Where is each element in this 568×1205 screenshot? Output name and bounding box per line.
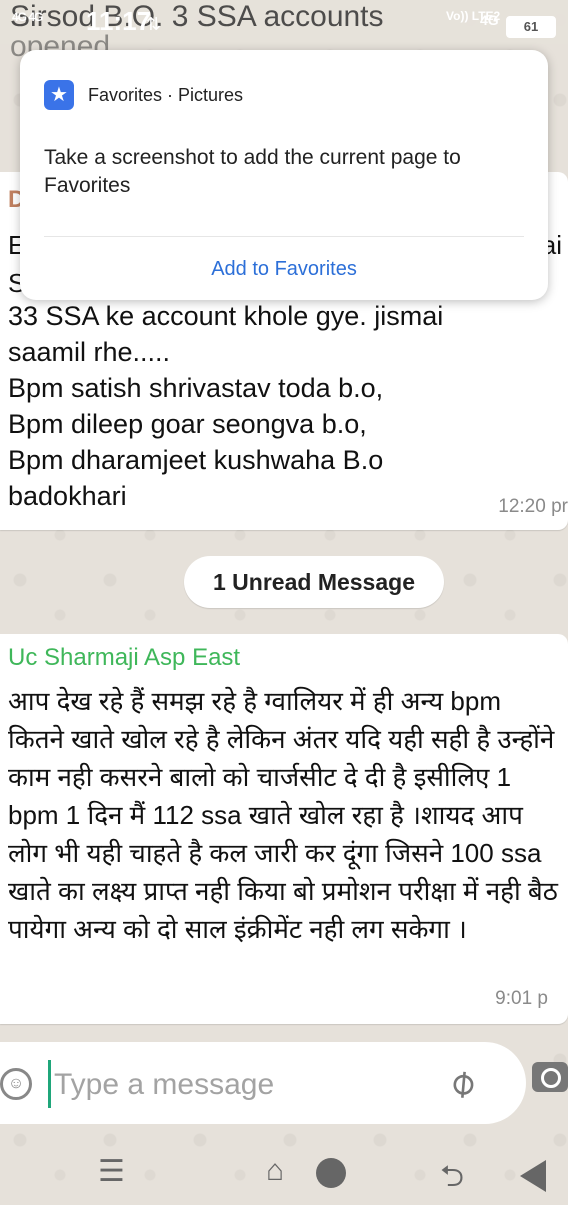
- emoji-icon[interactable]: ☺: [0, 1068, 32, 1100]
- popup-description: Take a screenshot to add the current pag…: [44, 146, 461, 197]
- message-input-bar: ☺ ⌀: [0, 1042, 526, 1124]
- home-icon[interactable]: ⌂: [266, 1154, 284, 1188]
- star-icon: ★: [44, 80, 74, 110]
- text-caret: [48, 1060, 51, 1108]
- network-indicator: 4G: [480, 12, 499, 28]
- paperclip-icon[interactable]: ⌀: [438, 1058, 485, 1107]
- unread-message-banner: 1 Unread Message: [184, 556, 444, 608]
- favorites-popup: ★ Favorites · Pictures Take a screenshot…: [20, 50, 548, 300]
- battery-icon: 61: [506, 16, 556, 38]
- signal-indicator: 4G 4G: [12, 10, 43, 24]
- navigation-bar: ☰ ⌂ ⮌: [0, 1136, 568, 1200]
- camera-icon[interactable]: [532, 1062, 568, 1092]
- transfer-icon: ⇅: [146, 14, 162, 34]
- menu-icon[interactable]: ☰: [98, 1154, 125, 1189]
- message-time: 9:01 p: [495, 988, 548, 1009]
- assistant-dot-icon[interactable]: [316, 1158, 346, 1188]
- sender-name[interactable]: Uc Sharmaji Asp East: [8, 644, 240, 672]
- recents-icon[interactable]: ⮌: [440, 1154, 464, 1205]
- chat-title[interactable]: Sirsod B.O. 3 SSA accounts: [10, 0, 384, 34]
- add-to-favorites-button[interactable]: Add to Favorites: [20, 258, 548, 281]
- message-text: आप देख रहे हैं समझ रहे है ग्वालियर में ह…: [8, 686, 558, 944]
- message-bubble[interactable]: Uc Sharmaji Asp East आप देख रहे हैं समझ …: [0, 634, 568, 1024]
- popup-header: Favorites · Pictures: [88, 85, 244, 105]
- message-time: 12:20 pr: [498, 496, 568, 517]
- status-bar: Sirsod B.O. 3 SSA accounts opened 4G 4G …: [0, 0, 568, 63]
- message-text: 33 SSA ke account khole gye. jismai saam…: [8, 301, 444, 511]
- clock: 11:17: [86, 6, 152, 36]
- message-input[interactable]: [52, 1062, 436, 1108]
- divider: [44, 236, 524, 237]
- back-icon[interactable]: [520, 1160, 546, 1192]
